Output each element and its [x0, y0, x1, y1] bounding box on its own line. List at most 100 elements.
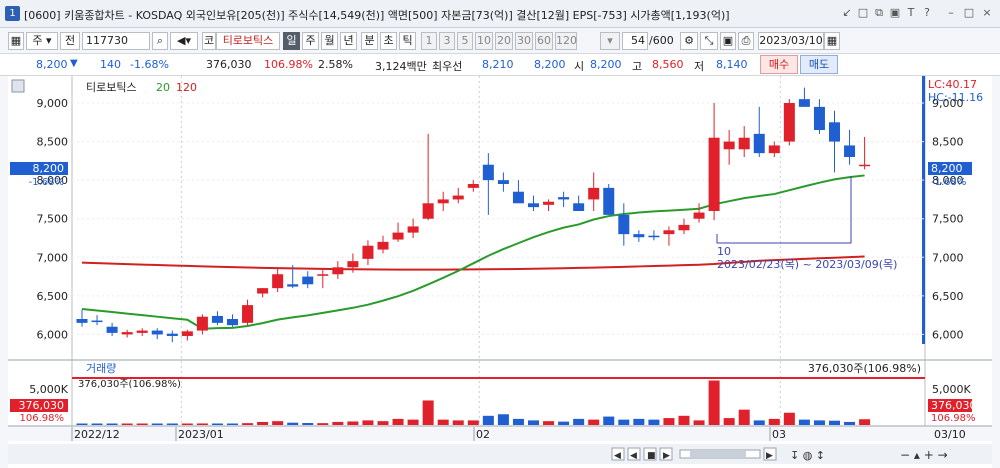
volume-bar — [362, 420, 374, 425]
sell-button[interactable]: 매도 — [800, 55, 838, 74]
search-icon[interactable]: ⌕ — [152, 32, 168, 50]
stock-code-input[interactable]: 117730 — [82, 32, 150, 50]
candle-body — [347, 261, 359, 268]
candle-body — [603, 187, 615, 215]
candle-body — [859, 164, 871, 167]
interval-3-button[interactable]: 3 — [439, 32, 455, 50]
volume-bar — [302, 423, 314, 425]
low-price: 8,140 — [716, 58, 748, 71]
candle-body — [362, 245, 374, 259]
close-icon[interactable]: × — [980, 6, 994, 20]
high-price: 8,560 — [652, 58, 684, 71]
bar-count-input[interactable]: 54 — [622, 32, 648, 50]
candle-body — [708, 137, 720, 211]
interval-20-button[interactable]: 20 — [495, 32, 513, 50]
interval-60-button[interactable]: 60 — [535, 32, 553, 50]
candle-body — [588, 187, 600, 200]
period-week-button[interactable]: 주 — [302, 32, 319, 50]
market-scope-button[interactable]: 전 — [60, 32, 80, 50]
volume-top-right: 376,030주(106.98%) — [808, 362, 921, 375]
volume-bar — [663, 418, 675, 425]
interval-5-button[interactable]: 5 — [457, 32, 473, 50]
svg-text:◀: ◀ — [630, 451, 637, 461]
candle-body — [422, 203, 434, 219]
period-minute-button[interactable]: 분 — [361, 32, 378, 50]
period-month-button[interactable]: 월 — [321, 32, 338, 50]
interval-10-button[interactable]: 10 — [475, 32, 493, 50]
best-quote-label: 최우선 — [432, 60, 463, 73]
candle-body — [738, 137, 750, 150]
volume-bar — [91, 423, 103, 425]
y-tick-left: 7,500 — [37, 213, 69, 226]
period-second-button[interactable]: 초 — [380, 32, 397, 50]
volume-bar — [76, 423, 88, 425]
volume-bar — [151, 423, 163, 425]
period-year-button[interactable]: 년 — [340, 32, 357, 50]
save-icon[interactable]: ▣ — [720, 32, 736, 50]
candle-body — [558, 197, 570, 200]
layout-icon[interactable]: ▣ — [888, 6, 902, 20]
best-ask: 8,210 — [482, 58, 514, 71]
font-icon[interactable]: T — [904, 6, 918, 20]
grid-menu-icon[interactable]: ▦ — [8, 32, 24, 50]
candle-body — [648, 235, 660, 238]
volume-bar — [437, 419, 449, 425]
minimize-icon[interactable]: – — [944, 6, 958, 20]
interval-30-button[interactable]: 30 — [515, 32, 533, 50]
candle-body — [753, 133, 765, 154]
candlestick-chart[interactable]: 티로보틱스 20 120 LC:40.17 HC:-11.16 9,000 9,0… — [0, 76, 1000, 468]
draw-line-icon[interactable]: ⤡ — [700, 32, 718, 50]
candle-body — [452, 195, 464, 200]
volume-bar — [753, 420, 765, 425]
volume-bar — [317, 423, 329, 425]
print-icon[interactable]: ⎙ — [738, 32, 754, 50]
y-tick-right: 8,500 — [932, 136, 964, 149]
price-change: 140 — [100, 58, 121, 71]
volume-bar — [227, 423, 238, 425]
restore-icon[interactable]: □ — [856, 6, 870, 20]
candle-body — [618, 214, 630, 235]
candle-body — [272, 274, 284, 289]
x-current-date: 03/10 — [934, 428, 966, 441]
candle-body — [844, 145, 856, 157]
lc-value: LC:40.17 — [928, 78, 977, 91]
interval-120-button[interactable]: 120 — [555, 32, 577, 50]
pct-badge-left-text: -1.68% — [29, 177, 64, 188]
volume-toggle-icon[interactable]: ◀▾ — [170, 32, 198, 50]
svg-text:◀: ◀ — [614, 451, 621, 461]
candle-body — [573, 203, 585, 211]
chart-settings-icon[interactable]: ⚙ — [680, 32, 698, 50]
interval-dropdown-icon[interactable]: ▾ — [600, 32, 620, 50]
market-type-select[interactable]: 주 ▾ — [26, 32, 58, 50]
chart-menu-icon[interactable] — [11, 79, 25, 93]
range-count: 10 — [717, 245, 731, 258]
volume-bar — [407, 419, 419, 425]
title-bar: 1 [0600] 키움종합차트 - KOSDAQ 외국인보유[205(천)] 주… — [0, 0, 1000, 28]
y-tick-left: 7,000 — [37, 251, 69, 264]
trade-amount: 3,124백만 — [375, 60, 427, 73]
chart-toolbar: ▦ 주 ▾ 전 117730 ⌕ ◀▾ 코 티로보틱스 일 주 월 년 분 초 … — [0, 28, 1000, 54]
candle-body — [512, 191, 524, 204]
tile-icon[interactable]: ⧉ — [872, 6, 886, 20]
dock-icon[interactable]: ↙ — [840, 6, 854, 20]
date-input[interactable]: 2023/03/10 — [758, 32, 824, 50]
pct-badge-right-text: -1.68% — [931, 177, 966, 188]
candle-body — [242, 305, 254, 323]
y-tick-left: 9,000 — [37, 97, 69, 110]
open-label: 시 — [574, 60, 585, 73]
help-icon[interactable]: ? — [920, 6, 934, 20]
volume-bar — [106, 423, 118, 425]
period-tick-button[interactable]: 틱 — [399, 32, 416, 50]
best-bid: 8,200 — [534, 58, 566, 71]
chart-area[interactable]: 티로보틱스 20 120 LC:40.17 HC:-11.16 9,000 9,0… — [0, 76, 1000, 468]
interval-1-button[interactable]: 1 — [421, 32, 437, 50]
volume-bar — [392, 418, 404, 425]
period-day-button[interactable]: 일 — [283, 32, 300, 50]
volume-value: 376,030 — [206, 58, 252, 71]
buy-button[interactable]: 매수 — [760, 55, 798, 74]
maximize-icon[interactable]: □ — [962, 6, 976, 20]
y-tick-right: 6,000 — [932, 328, 964, 341]
x-tick-label: 03 — [772, 428, 786, 441]
calendar-icon[interactable]: ▦ — [824, 32, 840, 50]
candle-body — [528, 203, 539, 208]
